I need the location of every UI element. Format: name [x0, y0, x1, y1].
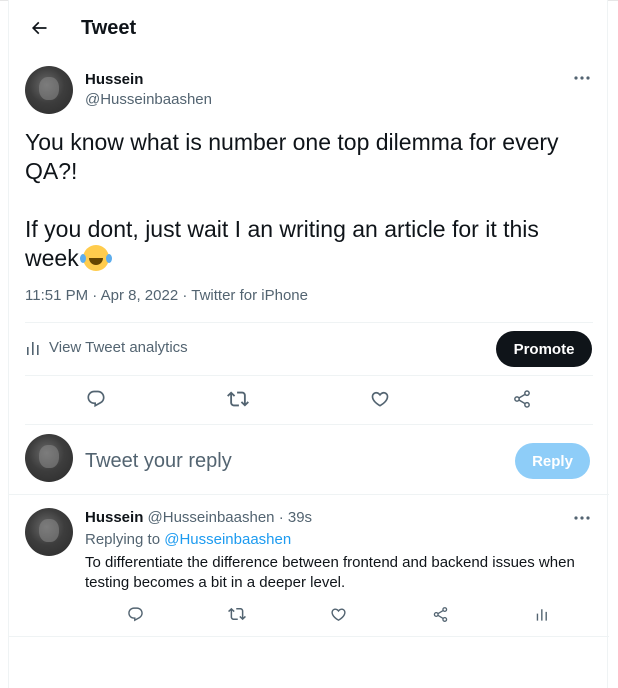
author-name[interactable]: Hussein [85, 71, 143, 88]
reply-actions [85, 597, 593, 631]
reply-like-action[interactable] [322, 597, 356, 631]
author-avatar[interactable] [25, 66, 73, 114]
reply-time[interactable]: 39s [288, 509, 312, 526]
view-analytics-label: View Tweet analytics [49, 339, 188, 356]
page-title: Tweet [81, 17, 137, 39]
retweet-icon [227, 388, 249, 410]
share-icon [512, 389, 532, 409]
reply-text: To differentiate the difference between … [85, 554, 575, 591]
more-dots-icon [573, 515, 591, 521]
reply-more-button[interactable] [570, 508, 594, 528]
bar-chart-icon [535, 607, 549, 622]
divider [9, 494, 609, 495]
retweet-icon [228, 605, 247, 623]
share-icon [432, 606, 449, 623]
retweet-action[interactable] [221, 382, 255, 416]
reply-author-name[interactable]: Hussein [85, 509, 143, 526]
comment-icon [127, 606, 144, 623]
divider [25, 375, 593, 376]
view-analytics-link[interactable]: View Tweet analytics [25, 339, 188, 356]
reply-reply-action[interactable] [119, 597, 153, 631]
bar-chart-icon [25, 340, 41, 356]
reply-share-action[interactable] [424, 597, 458, 631]
tweet-meta: 11:51 PM · Apr 8, 2022 · Twitter for iPh… [25, 287, 308, 304]
reply-button[interactable]: Reply [515, 443, 590, 479]
replying-to: Replying to @Husseinbaashen [85, 531, 291, 548]
reply-input[interactable] [85, 446, 485, 476]
tweet-text: You know what is number one top dilemma … [25, 128, 595, 273]
reply-retweet-action[interactable] [220, 597, 254, 631]
author-handle[interactable]: @Husseinbaashen [85, 91, 212, 108]
heart-icon [330, 606, 347, 623]
tweet-source[interactable]: Twitter for iPhone [191, 287, 308, 304]
face-with-tears-of-joy-icon [79, 245, 109, 271]
reply-author-handle[interactable]: @Husseinbaashen [148, 509, 275, 526]
tweet-time[interactable]: 11:51 PM [25, 287, 88, 304]
meta-separator: · [92, 287, 101, 304]
tweet-actions [25, 382, 593, 416]
divider [9, 636, 609, 637]
reply-separator: · [278, 509, 284, 526]
meta-separator: · [182, 287, 192, 304]
current-user-avatar[interactable] [25, 434, 73, 482]
page-header: Tweet [9, 0, 609, 56]
share-action[interactable] [505, 382, 539, 416]
reply-action[interactable] [79, 382, 113, 416]
comment-icon [86, 389, 106, 409]
reply-analytics-action[interactable] [525, 597, 559, 631]
heart-icon [370, 389, 390, 409]
tweet-detail-column: Tweet Hussein @Husseinbaashen You know w… [8, 0, 609, 688]
divider [25, 424, 593, 425]
replying-to-handle[interactable]: @Husseinbaashen [164, 531, 291, 548]
tweet-date[interactable]: Apr 8, 2022 [101, 287, 179, 304]
promote-button[interactable]: Promote [496, 331, 592, 367]
reply-author-avatar[interactable] [25, 508, 73, 556]
tweet-more-button[interactable] [570, 68, 594, 88]
reply-header: Hussein @Husseinbaashen · 39s [85, 509, 312, 526]
replying-to-prefix: Replying to [85, 531, 161, 548]
back-button[interactable] [25, 14, 53, 42]
more-dots-icon [573, 75, 591, 81]
like-action[interactable] [363, 382, 397, 416]
arrow-left-icon [29, 18, 49, 38]
divider [25, 322, 593, 323]
